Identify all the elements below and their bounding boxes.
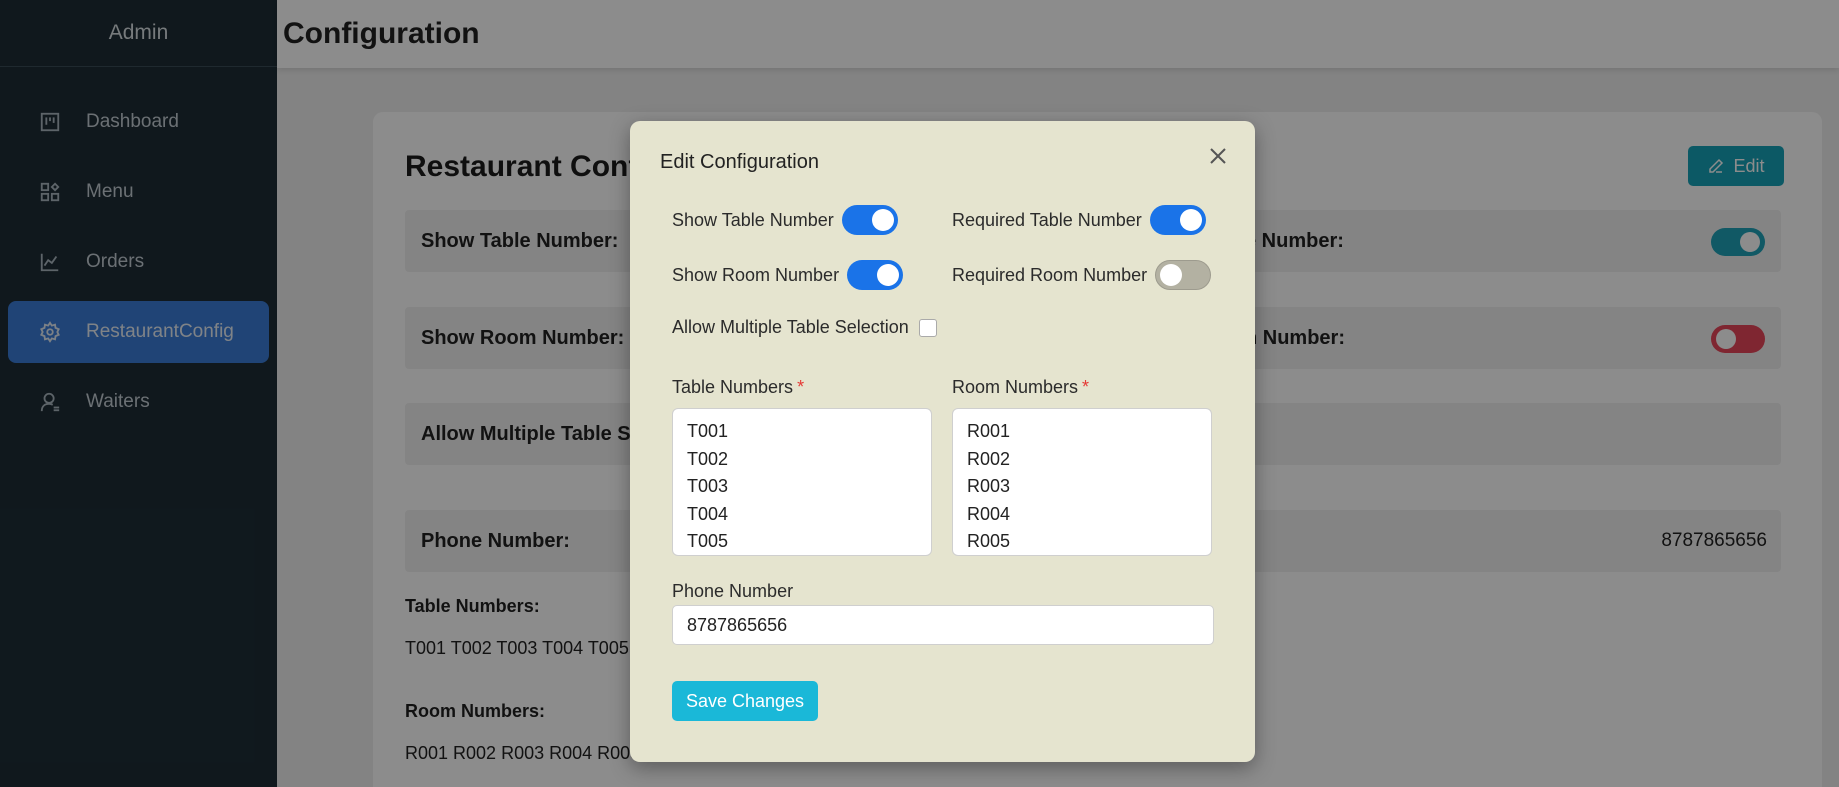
close-button[interactable] (1205, 143, 1231, 169)
required-room-number-field: Required Room Number (952, 260, 1212, 290)
modal-title: Edit Configuration (660, 151, 819, 173)
room-number-line: R002 (967, 448, 1011, 469)
allow-multiple-checkbox[interactable] (918, 318, 937, 337)
allow-multiple-label: Allow Multiple Table Selection (672, 317, 909, 337)
save-changes-button[interactable]: Save Changes (672, 681, 818, 721)
room-number-line: R004 (967, 503, 1011, 524)
required-marker: * (1082, 377, 1090, 397)
required-table-number-label: Required Table Number (952, 209, 1142, 230)
table-number-line: T005 (687, 531, 729, 551)
room-number-line: R001 (967, 421, 1011, 441)
required-room-number-toggle[interactable] (1155, 260, 1212, 290)
required-marker: * (797, 377, 805, 397)
table-numbers-textarea[interactable]: T001 T002 T003 T004 T005 (672, 408, 932, 556)
required-table-number-toggle[interactable] (1149, 205, 1206, 235)
phone-number-label: Phone Number (672, 581, 794, 601)
table-number-line: T001 (687, 421, 729, 441)
show-table-number-field: Show Table Number (672, 205, 898, 235)
table-numbers-field-label: Table Numbers * (672, 377, 804, 398)
room-numbers-label-text: Room Numbers (952, 377, 1079, 397)
edit-configuration-modal: Edit Configuration Show Table Number Req… (630, 121, 1255, 762)
show-room-number-toggle[interactable] (847, 260, 904, 290)
room-numbers-field-label: Room Numbers * (952, 377, 1089, 398)
close-icon (1210, 148, 1226, 164)
phone-number-input[interactable]: 8787865656 (672, 605, 1214, 645)
show-table-number-label: Show Table Number (672, 209, 834, 230)
room-number-line: R005 (967, 531, 1011, 551)
table-number-line: T003 (687, 476, 729, 496)
show-table-number-toggle[interactable] (841, 205, 898, 235)
table-number-line: T002 (687, 448, 729, 469)
show-room-number-label: Show Room Number (672, 264, 840, 285)
required-table-number-field: Required Table Number (952, 205, 1206, 235)
phone-number-value: 8787865656 (687, 614, 788, 635)
table-numbers-label-text: Table Numbers (672, 377, 794, 397)
show-room-number-field: Show Room Number (672, 260, 904, 290)
room-numbers-textarea[interactable]: R001 R002 R003 R004 R005 (952, 408, 1212, 556)
table-number-line: T004 (687, 503, 729, 524)
room-number-line: R003 (967, 476, 1011, 496)
required-room-number-label: Required Room Number (952, 264, 1148, 285)
allow-multiple-field: Allow Multiple Table Selection (672, 317, 937, 338)
